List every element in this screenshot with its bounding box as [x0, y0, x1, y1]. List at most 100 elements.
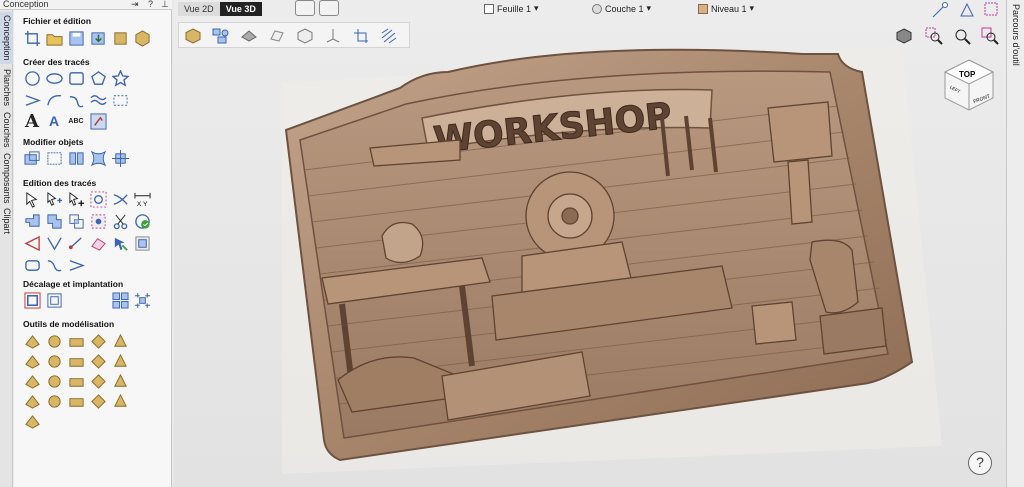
weld-icon[interactable] — [23, 212, 41, 230]
view-cube[interactable]: TOP FRONT LEFT — [941, 56, 997, 114]
select-icon[interactable] — [982, 0, 1002, 20]
view-toolpath-icon[interactable] — [379, 26, 399, 46]
tab-toolpaths[interactable]: Parcours d'outil — [1011, 4, 1021, 66]
import-icon[interactable] — [89, 29, 107, 47]
clipart-icon[interactable] — [133, 29, 151, 47]
modeling-tool-icon[interactable] — [89, 392, 107, 410]
modeling-tool-icon[interactable] — [23, 372, 41, 390]
modeling-tool-icon[interactable] — [111, 372, 129, 390]
help-button[interactable]: ? — [968, 451, 992, 475]
align-center-icon[interactable] — [67, 149, 85, 167]
bitmap-icon[interactable] — [111, 234, 129, 252]
view-axis-icon[interactable] — [323, 26, 343, 46]
spline-icon[interactable] — [133, 234, 151, 252]
modeling-tool-icon[interactable] — [111, 352, 129, 370]
zoom-window-icon[interactable] — [980, 26, 1000, 46]
tab-clipart[interactable]: Clipart — [0, 207, 13, 235]
modeling-tool-icon[interactable] — [111, 332, 129, 350]
save-icon[interactable] — [67, 29, 85, 47]
polygon-icon[interactable] — [89, 69, 107, 87]
modeling-tool-icon[interactable] — [23, 392, 41, 410]
modeling-tool-icon[interactable] — [45, 332, 63, 350]
curve-icon[interactable] — [67, 91, 85, 109]
wave-icon[interactable] — [89, 91, 107, 109]
array-icon[interactable] — [111, 291, 129, 309]
crop-icon[interactable] — [23, 29, 41, 47]
3d-viewport[interactable]: Vue 2D Vue 3D Feuille 1 ▾ Couche 1 ▾ Nivea… — [174, 0, 1006, 487]
circle-icon[interactable] — [23, 69, 41, 87]
view-material-icon[interactable] — [239, 26, 259, 46]
align-left-icon[interactable] — [45, 149, 63, 167]
modeling-tool-icon[interactable] — [89, 372, 107, 390]
sheet-dropdown[interactable]: Feuille 1 ▾ — [484, 3, 539, 14]
bitmap-trace-icon[interactable] — [89, 112, 107, 130]
dimension-icon[interactable] — [111, 91, 129, 109]
modeling-tool-icon[interactable] — [67, 392, 85, 410]
measure-tool-icon[interactable] — [930, 0, 950, 20]
zoom-fit-icon[interactable] — [952, 26, 972, 46]
modeling-tool-icon[interactable] — [67, 372, 85, 390]
modeling-tool-icon[interactable] — [45, 392, 63, 410]
curve-fit-icon[interactable] — [67, 256, 85, 274]
cut-icon[interactable] — [111, 212, 129, 230]
flip-icon[interactable] — [89, 234, 107, 252]
text-arc-icon[interactable]: ABC — [67, 112, 85, 130]
modeling-tool-icon[interactable] — [111, 392, 129, 410]
rounded-rect-icon[interactable] — [45, 256, 63, 274]
arc-icon[interactable] — [45, 91, 63, 109]
shade-icon[interactable] — [894, 26, 914, 46]
ellipse-icon[interactable] — [45, 69, 63, 87]
node-add-icon[interactable] — [45, 190, 63, 208]
text-icon[interactable]: A — [23, 111, 41, 132]
view-objects-icon[interactable] — [211, 26, 231, 46]
split-horizontal-button[interactable] — [295, 0, 315, 16]
view-iso-icon[interactable] — [183, 26, 203, 46]
transform-icon[interactable] — [67, 190, 85, 208]
chamfer-icon[interactable] — [45, 234, 63, 252]
tab-view-2d[interactable]: Vue 2D — [178, 2, 220, 16]
modeling-tool-icon[interactable] — [23, 332, 41, 350]
modeling-tool-icon[interactable] — [67, 332, 85, 350]
layer-dropdown[interactable]: Couche 1 ▾ — [592, 3, 651, 14]
snap-grid-icon[interactable] — [957, 0, 977, 20]
distort-icon[interactable] — [89, 149, 107, 167]
join-icon[interactable] — [89, 190, 107, 208]
tab-couches[interactable]: Couches — [0, 111, 13, 149]
modeling-tool-icon[interactable] — [89, 352, 107, 370]
open-folder-icon[interactable] — [45, 29, 63, 47]
scale-icon[interactable] — [23, 149, 41, 167]
star-icon[interactable] — [111, 69, 129, 87]
tab-view-3d[interactable]: Vue 3D — [219, 2, 262, 16]
tab-composants[interactable]: Composants — [0, 152, 13, 204]
split-vertical-button[interactable] — [319, 0, 339, 16]
level-dropdown[interactable]: Niveau 1 ▾ — [698, 3, 754, 14]
view-sheet-icon[interactable] — [267, 26, 287, 46]
modeling-tool-icon[interactable] — [45, 372, 63, 390]
measure-icon[interactable]: X Y — [133, 190, 151, 208]
intersect-icon[interactable] — [67, 212, 85, 230]
modeling-tool-icon[interactable] — [67, 352, 85, 370]
dock-icon[interactable]: ⇥ — [131, 0, 139, 10]
help-icon[interactable]: ? — [148, 0, 153, 9]
text-on-curve-icon[interactable]: A — [45, 112, 63, 130]
modeling-tool-icon[interactable] — [23, 352, 41, 370]
modeling-tool-icon[interactable] — [23, 412, 41, 430]
zoom-in-icon[interactable] — [924, 26, 944, 46]
node-edit-icon[interactable] — [23, 190, 41, 208]
pin-icon[interactable]: ⊥ — [161, 0, 169, 10]
rectangle-icon[interactable] — [67, 69, 85, 87]
modeling-tool-icon[interactable] — [45, 352, 63, 370]
extend-icon[interactable] — [67, 234, 85, 252]
smooth-icon[interactable] — [23, 256, 41, 274]
polyline-icon[interactable] — [23, 91, 41, 109]
align-objects-icon[interactable] — [111, 149, 129, 167]
tab-conception[interactable]: Conception — [0, 12, 13, 64]
boundary-icon[interactable] — [89, 212, 107, 230]
grid-array-icon[interactable] — [133, 291, 151, 309]
validate-icon[interactable] — [133, 212, 151, 230]
tab-planches[interactable]: Planches — [0, 68, 13, 108]
trim-icon[interactable] — [111, 190, 129, 208]
nest-icon[interactable] — [45, 291, 63, 309]
export-icon[interactable] — [111, 29, 129, 47]
view-box-icon[interactable] — [295, 26, 315, 46]
